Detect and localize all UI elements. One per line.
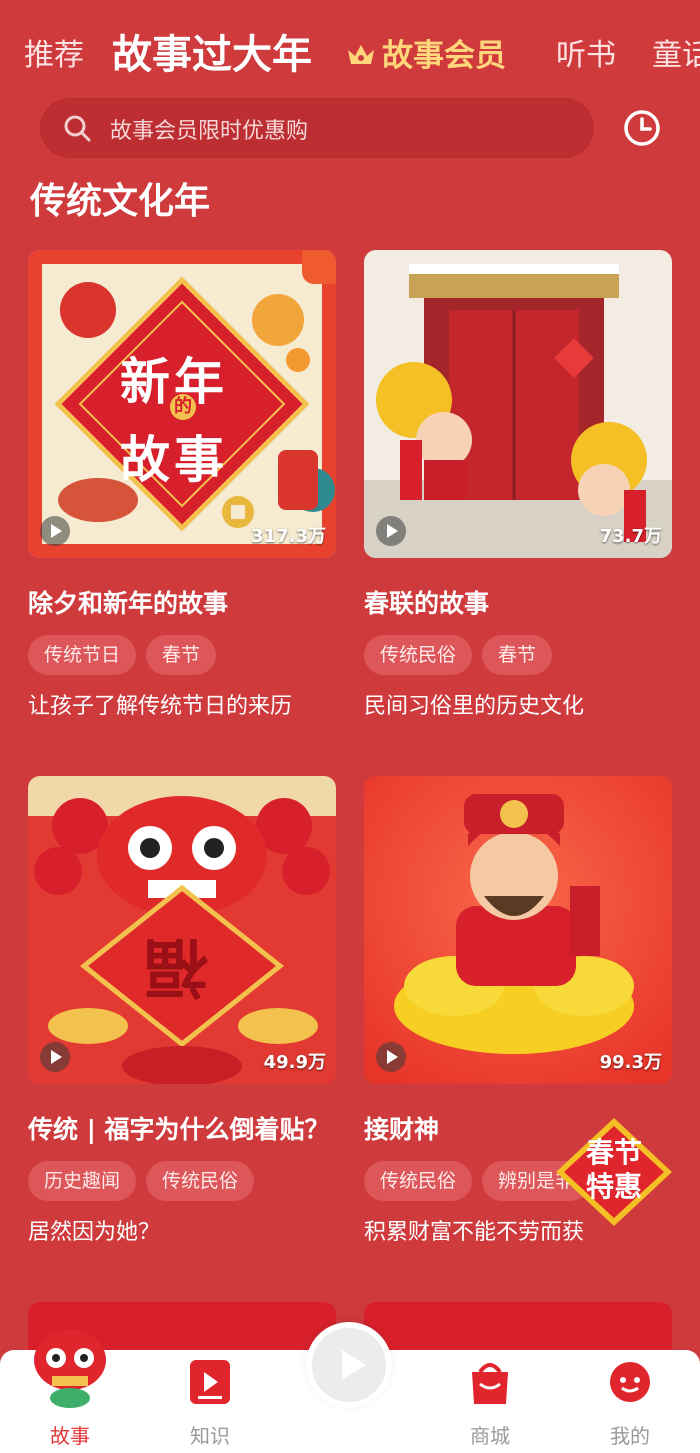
nav-label: 我的 [610, 1424, 650, 1448]
card-title[interactable]: 春联的故事 [364, 584, 672, 620]
cover-image[interactable]: 新年 的 故事 317.3万 [28, 250, 336, 558]
crown-icon [346, 40, 376, 76]
section-title: 传统文化年 [30, 181, 211, 222]
profile-icon [608, 1358, 652, 1414]
search-placeholder: 故事会员限时优惠购 [110, 119, 309, 144]
shop-bag-icon [468, 1358, 512, 1414]
card-description: 民间习俗里的历史文化 [364, 694, 585, 719]
tag[interactable]: 历史趣闻 [28, 1161, 137, 1201]
nav-item-stories[interactable]: 故事 [20, 1330, 120, 1453]
play-count: 99.3万 [599, 1052, 662, 1073]
cover-image[interactable]: 73.7万 [364, 250, 672, 558]
tag[interactable]: 传统节日 [28, 635, 137, 675]
tag[interactable]: 传统民俗 [364, 635, 473, 675]
nav-label: 故事 [50, 1424, 90, 1448]
tab-new-year-stories[interactable]: 故事过大年 [112, 22, 312, 80]
card-title[interactable]: 除夕和新年的故事 [28, 584, 336, 620]
tab-recommend[interactable]: 推荐 [24, 30, 84, 74]
play-icon[interactable] [376, 1042, 406, 1072]
play-icon[interactable] [40, 1042, 70, 1072]
fu-character: 福 [144, 929, 208, 1003]
play-icon[interactable] [40, 516, 70, 546]
promo-line2: 特惠 [585, 1170, 642, 1203]
cover-title-line2: 故事 [120, 431, 228, 489]
tag-list: 历史趣闻 传统民俗 [28, 1161, 264, 1201]
cover-image[interactable]: 99.3万 [364, 776, 672, 1084]
tab-listen-books[interactable]: 听书 [556, 30, 616, 74]
history-clock-icon[interactable] [622, 108, 662, 152]
play-count: 49.9万 [263, 1052, 326, 1073]
promo-line1: 春节 [585, 1136, 642, 1169]
tag[interactable]: 传统民俗 [146, 1161, 255, 1201]
cover-title-small: 的 [170, 394, 196, 420]
card-description: 居然因为她？ [28, 1220, 161, 1245]
vip-corner-badge [302, 250, 336, 284]
tag[interactable]: 春节 [146, 635, 217, 675]
play-count: 73.7万 [599, 526, 662, 547]
nav-label: 知识 [190, 1424, 230, 1448]
tag-list: 传统民俗 春节 [364, 635, 562, 675]
nav-item-profile[interactable]: 我的 [580, 1350, 680, 1453]
top-tab-bar: 推荐 故事过大年 故事会员 听书 童话 [0, 0, 700, 96]
search-icon [62, 113, 92, 147]
spring-festival-promo-badge[interactable]: 春节 特惠 [556, 1118, 672, 1226]
search-bar[interactable]: 故事会员限时优惠购 [40, 98, 594, 158]
video-play-icon [188, 1358, 232, 1414]
cover-image[interactable]: 福 49.9万 [28, 776, 336, 1084]
tab-vip-label: 故事会员 [382, 38, 506, 74]
card-title[interactable]: 传统 | 福字为什么倒着贴？ [28, 1110, 336, 1146]
tag-list: 传统节日 春节 [28, 635, 226, 675]
lion-dance-icon [30, 1324, 110, 1414]
nav-item-shop[interactable]: 商城 [440, 1350, 540, 1453]
tab-fairy-tales[interactable]: 童话 [652, 30, 700, 74]
tab-vip[interactable]: 故事会员 [346, 30, 506, 76]
tag[interactable]: 春节 [482, 635, 553, 675]
play-count: 317.3万 [251, 526, 326, 547]
play-icon[interactable] [376, 516, 406, 546]
player-icon[interactable] [306, 1322, 392, 1408]
nav-item-knowledge[interactable]: 知识 [160, 1350, 260, 1453]
tag[interactable]: 传统民俗 [364, 1161, 473, 1201]
nav-label: 商城 [470, 1424, 510, 1448]
card-description: 让孩子了解传统节日的来历 [28, 694, 293, 719]
